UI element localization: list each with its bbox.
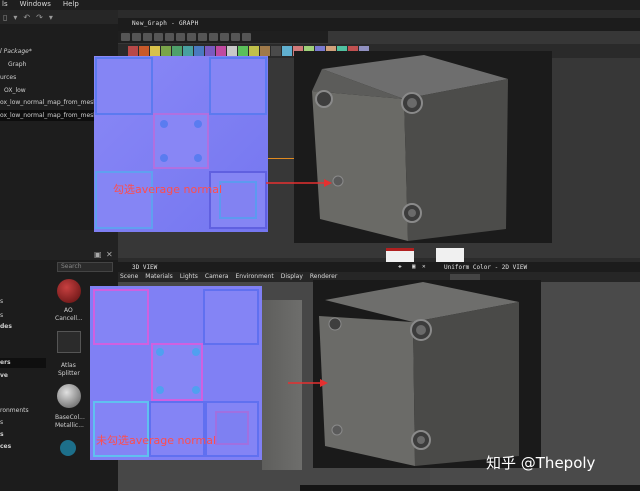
arrow-top: [266, 179, 332, 187]
node-swatch-2[interactable]: [150, 46, 160, 56]
node-swatch-10[interactable]: [238, 46, 248, 56]
3d-view-title: 3D VIEW: [132, 264, 158, 271]
library-category[interactable]: s: [0, 431, 4, 438]
library-category-selected[interactable]: ers: [0, 358, 46, 368]
chevron-down-icon[interactable]: ▾: [13, 13, 17, 22]
render-not-averaged[interactable]: [313, 280, 541, 468]
2d-view-title-bar: Uniform Color - 2D VIEW: [432, 262, 640, 272]
chevron-down-icon[interactable]: ▾: [49, 13, 53, 22]
node-swatch-1[interactable]: [139, 46, 149, 56]
node-thumbnail-red[interactable]: [386, 248, 414, 262]
cube-not-averaged: [319, 282, 519, 466]
node-swatch-9[interactable]: [227, 46, 237, 56]
folder-icon[interactable]: ▯: [3, 13, 7, 22]
taskbar: [300, 485, 640, 491]
render-averaged[interactable]: [294, 51, 552, 243]
node-icon[interactable]: [198, 33, 207, 41]
library-item-label: Cancell...: [55, 315, 83, 322]
library-item-label: Metallic...: [55, 422, 84, 429]
graph-connector: [268, 158, 296, 159]
info-icon[interactable]: [154, 33, 163, 41]
graph-toolbar: [118, 31, 328, 43]
node-swatch-5[interactable]: [183, 46, 193, 56]
frame-icon[interactable]: [121, 33, 130, 41]
node-swatch-8[interactable]: [216, 46, 226, 56]
node-swatch-14[interactable]: [282, 46, 292, 56]
library-category[interactable]: s: [0, 419, 3, 426]
tool-icon[interactable]: [165, 33, 174, 41]
filter-icon[interactable]: [242, 33, 251, 41]
node-swatch-6[interactable]: [194, 46, 204, 56]
window-icon[interactable]: ▣: [94, 250, 102, 259]
search-placeholder: Search: [61, 263, 82, 270]
close-icon[interactable]: ✕: [106, 250, 113, 259]
node-swatch-4[interactable]: [172, 46, 182, 56]
node-swatch-12[interactable]: [260, 46, 270, 56]
camera-icon[interactable]: [143, 33, 152, 41]
library-header: ▣ ✕: [0, 230, 118, 260]
library-item-label: Atlas: [61, 362, 76, 369]
watermark: 知乎 @Thepoly: [486, 454, 596, 472]
layout-icon[interactable]: [220, 33, 229, 41]
library-category[interactable]: ve: [0, 372, 8, 379]
redo-icon[interactable]: ↷: [36, 13, 43, 22]
node-swatch-3[interactable]: [161, 46, 171, 56]
library-category[interactable]: s: [0, 312, 3, 319]
menu-lights[interactable]: Lights: [180, 272, 198, 282]
2d-view-title: Uniform Color - 2D VIEW: [444, 264, 528, 271]
close-icon[interactable]: ✕: [422, 263, 426, 270]
grid-icon[interactable]: [176, 33, 185, 41]
resources-item[interactable]: urces: [0, 74, 16, 81]
package-item[interactable]: l Package*: [0, 48, 32, 55]
menu-materials[interactable]: Materials: [145, 272, 173, 282]
window-icon[interactable]: ▣: [412, 263, 416, 270]
library-category[interactable]: des: [0, 323, 12, 330]
ao-cancellation-thumbnail[interactable]: [57, 279, 81, 303]
menu-display[interactable]: Display: [281, 272, 303, 282]
menu-camera[interactable]: Camera: [205, 272, 229, 282]
graph-item[interactable]: Graph: [8, 61, 26, 68]
basecolor-metallic-thumbnail[interactable]: [57, 384, 81, 408]
normal-map-averaged: [94, 56, 268, 232]
menu-tools[interactable]: ls: [2, 0, 8, 10]
menu-scene[interactable]: Scene: [120, 272, 138, 282]
node-swatch-7[interactable]: [205, 46, 215, 56]
main-toolbar: ▯ ▾ ↶ ↷ ▾: [0, 10, 118, 24]
layer-icon[interactable]: [231, 33, 240, 41]
move-icon[interactable]: [132, 33, 141, 41]
graph-title: New_Graph - GRAPH: [132, 20, 199, 27]
library-search-input[interactable]: Search: [57, 262, 113, 272]
link-icon[interactable]: [209, 33, 218, 41]
menu-windows[interactable]: Windows: [20, 0, 51, 10]
caption-not-averaged: 未勾选average normal: [96, 434, 217, 447]
library-category[interactable]: s: [0, 298, 3, 305]
align-icon[interactable]: [187, 33, 196, 41]
library-item-label: AO: [64, 307, 73, 314]
mesh-item[interactable]: OX_low: [4, 87, 26, 94]
atlas-splitter-thumbnail[interactable]: [57, 331, 81, 353]
node-swatch-13[interactable]: [271, 46, 281, 56]
undo-icon[interactable]: ↶: [23, 13, 30, 22]
node-thumbnail-white[interactable]: [436, 248, 464, 262]
pin-icon[interactable]: ✚: [398, 263, 402, 270]
arrow-bottom: [288, 379, 328, 387]
library-category[interactable]: ronments: [0, 407, 29, 414]
library-item-label: BaseCol...: [55, 414, 85, 421]
library-category[interactable]: ces: [0, 443, 11, 450]
gear-icon[interactable]: [60, 440, 76, 456]
library-item-label: Splitter: [58, 370, 80, 377]
node-swatch-0[interactable]: [128, 46, 138, 56]
normal-map-item-t[interactable]: ox_low_normal_map_from_mesh_t: [0, 99, 102, 106]
3d-view-title-bar: 3D VIEW ✚ ▣ ✕: [118, 262, 432, 272]
cube-averaged: [312, 55, 508, 241]
menu-environment[interactable]: Environment: [235, 272, 273, 282]
node-swatch-11[interactable]: [249, 46, 259, 56]
menu-help[interactable]: Help: [63, 0, 79, 10]
graph-title-bar: New_Graph - GRAPH: [118, 18, 640, 31]
menu-bar: ls Windows Help: [0, 0, 640, 10]
caption-averaged: 勾选average normal: [113, 183, 223, 196]
